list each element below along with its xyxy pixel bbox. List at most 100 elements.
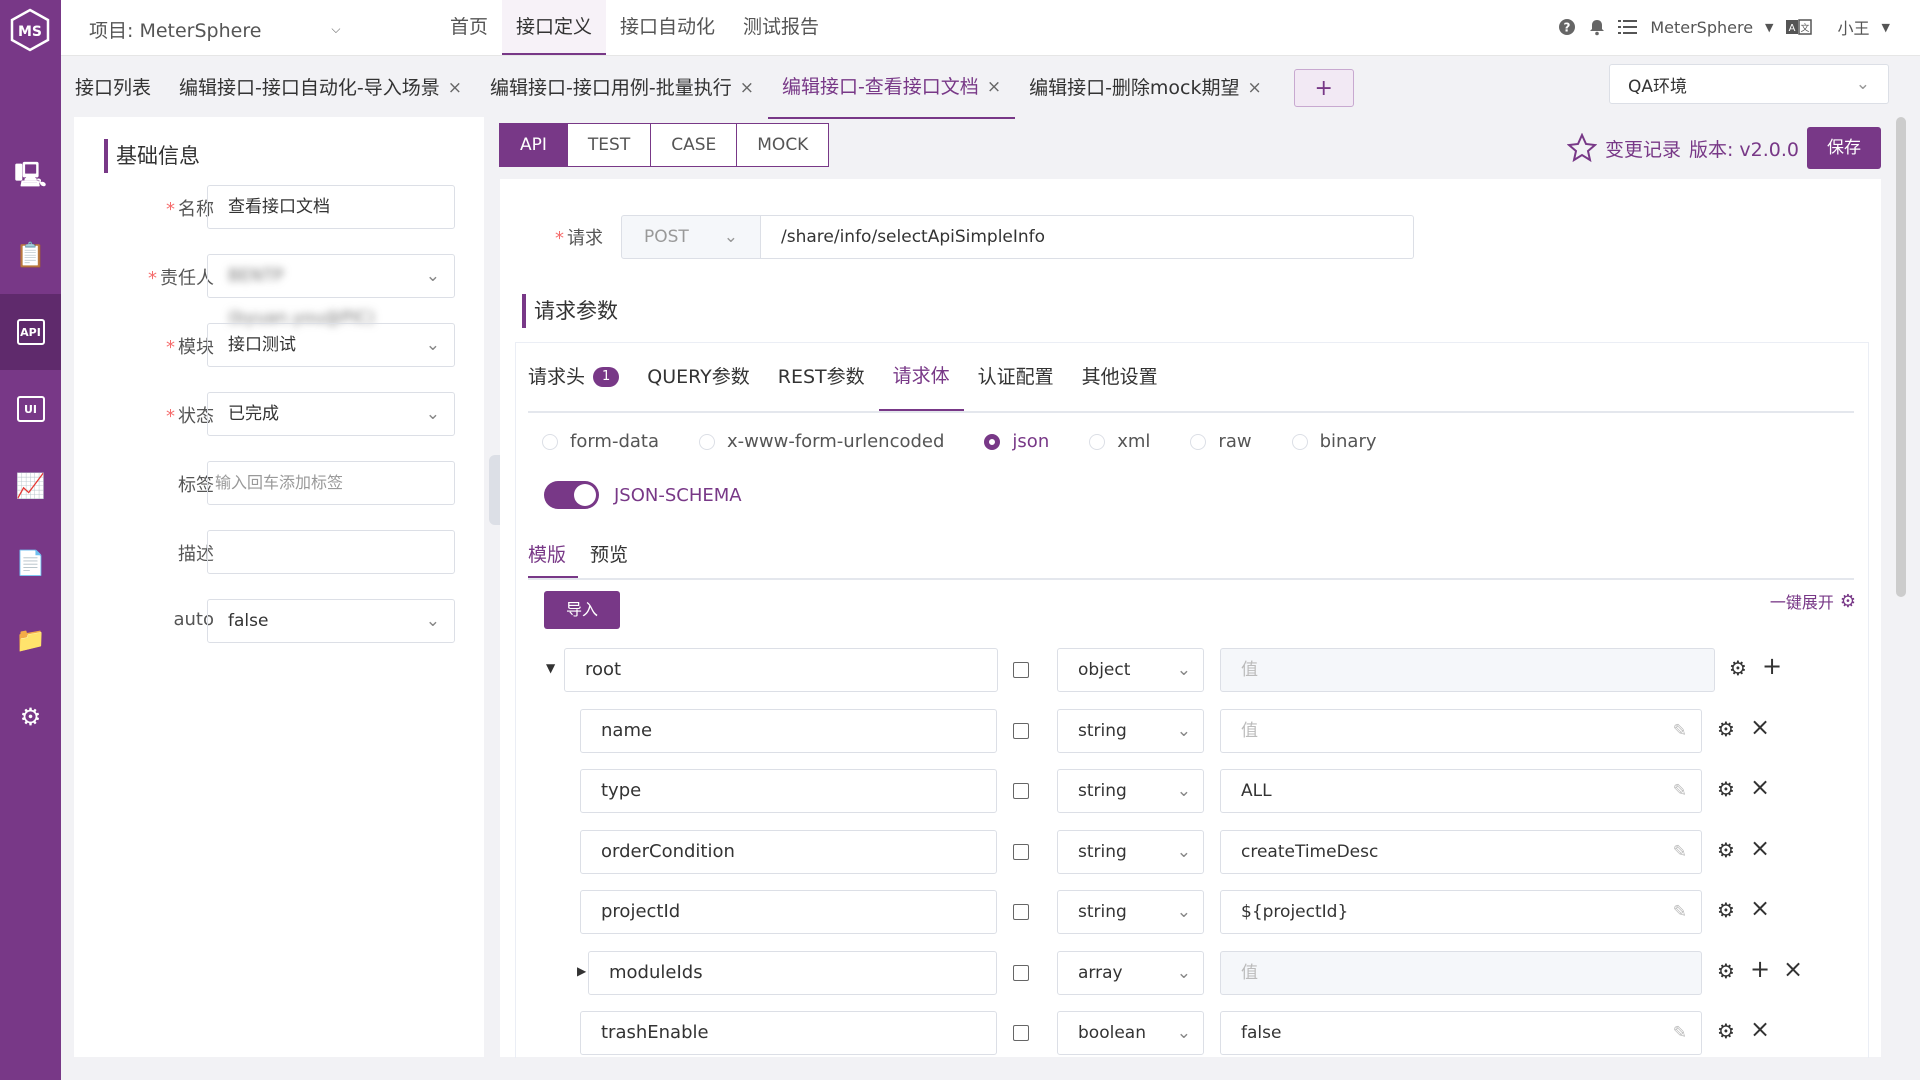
workspace-list-icon[interactable] bbox=[1618, 18, 1638, 36]
sidebar-item[interactable]: UI bbox=[0, 371, 61, 447]
params-tab[interactable]: 请求体 bbox=[878, 343, 964, 411]
status-select[interactable]: 已完成 ⌄ bbox=[207, 392, 455, 436]
sidebar-item[interactable]: ⚙ bbox=[0, 679, 61, 755]
type-select[interactable]: object ⌄ bbox=[1057, 648, 1204, 692]
params-tab[interactable]: 其他设置 bbox=[1068, 343, 1172, 411]
required-checkbox[interactable] bbox=[1013, 843, 1029, 860]
save-button[interactable]: 保存 bbox=[1807, 127, 1881, 169]
protocol-tab[interactable]: MOCK bbox=[736, 123, 830, 167]
workspace-selector[interactable]: MeterSphere bbox=[1650, 18, 1753, 37]
caret-right-icon[interactable]: ▶ bbox=[577, 964, 586, 978]
edit-icon[interactable]: ✎ bbox=[1673, 710, 1687, 752]
body-type-radio[interactable]: raw bbox=[1190, 431, 1252, 452]
required-checkbox[interactable] bbox=[1013, 783, 1029, 799]
url-input[interactable]: /share/info/selectApiSimpleInfo bbox=[761, 215, 1414, 259]
close-icon[interactable]: × bbox=[1783, 955, 1803, 983]
editor-tab[interactable]: 编辑接口-删除mock期望 × bbox=[1015, 58, 1276, 118]
add-tab-button[interactable]: + bbox=[1293, 69, 1354, 107]
auto-select[interactable]: false ⌄ bbox=[207, 599, 455, 643]
sidebar-item[interactable]: 🖳 bbox=[0, 140, 61, 216]
value-input[interactable]: 值 ✎ bbox=[1220, 708, 1702, 753]
field-name-input[interactable]: moduleIds bbox=[588, 950, 997, 995]
close-icon[interactable]: × bbox=[1248, 58, 1262, 118]
changelog-link[interactable]: 变更记录 bbox=[1605, 135, 1681, 162]
value-input[interactable]: 值 bbox=[1220, 648, 1715, 692]
help-icon[interactable]: ? bbox=[1558, 18, 1576, 36]
field-name-input[interactable]: type bbox=[580, 769, 997, 813]
protocol-tab[interactable]: CASE bbox=[650, 123, 738, 167]
plus-icon[interactable]: + bbox=[1750, 955, 1770, 983]
params-tab[interactable]: 请求头 1 bbox=[528, 343, 633, 411]
field-name-input[interactable]: name bbox=[580, 708, 997, 753]
type-select[interactable]: string ⌄ bbox=[1057, 708, 1204, 753]
editor-tab[interactable]: 编辑接口-查看接口文档 × bbox=[767, 57, 1016, 119]
environment-select[interactable]: QA环境 ⌄ bbox=[1609, 64, 1889, 104]
close-icon[interactable]: × bbox=[1750, 834, 1770, 862]
protocol-tab[interactable]: API bbox=[499, 123, 568, 167]
body-type-radio[interactable]: xml bbox=[1089, 431, 1150, 452]
type-select[interactable]: string ⌄ bbox=[1057, 829, 1204, 874]
body-type-radio[interactable]: form-data bbox=[542, 431, 659, 452]
gear-icon[interactable]: ⚙ bbox=[1717, 959, 1735, 983]
editor-tab[interactable]: 编辑接口-接口自动化-导入场景 × bbox=[165, 58, 476, 118]
body-type-radio[interactable]: binary bbox=[1291, 431, 1377, 452]
bell-icon[interactable] bbox=[1588, 18, 1606, 36]
field-name-input[interactable]: trashEnable bbox=[580, 1011, 997, 1055]
required-checkbox[interactable] bbox=[1013, 904, 1029, 920]
gear-icon[interactable]: ⚙ bbox=[1717, 898, 1735, 922]
import-button[interactable]: 导入 bbox=[544, 591, 620, 629]
caret-down-icon[interactable]: ▼ bbox=[546, 661, 555, 675]
edit-icon[interactable]: ✎ bbox=[1673, 831, 1687, 873]
version-label[interactable]: 版本: v2.0.0 bbox=[1689, 135, 1799, 162]
module-select[interactable]: 接口测试 ⌄ bbox=[207, 323, 455, 367]
user-menu[interactable]: 小王 bbox=[1838, 15, 1870, 39]
required-checkbox[interactable] bbox=[1013, 662, 1029, 678]
type-select[interactable]: boolean ⌄ bbox=[1057, 1011, 1204, 1055]
value-input[interactable]: ALL ✎ bbox=[1220, 769, 1702, 813]
edit-icon[interactable]: ✎ bbox=[1673, 770, 1687, 812]
name-input[interactable]: 查看接口文档 bbox=[207, 185, 455, 229]
close-icon[interactable]: × bbox=[1750, 713, 1770, 741]
sidebar-item[interactable]: 📄 bbox=[0, 525, 61, 601]
params-tab[interactable]: QUERY参数 bbox=[633, 343, 763, 411]
gear-icon[interactable]: ⚙ bbox=[1717, 1019, 1735, 1043]
nav-item[interactable]: 首页 bbox=[436, 0, 502, 55]
sidebar-item[interactable]: 📈 bbox=[0, 448, 61, 524]
json-schema-switch[interactable]: JSON-SCHEMA bbox=[544, 481, 742, 509]
sidebar-item[interactable]: 📋 bbox=[0, 217, 61, 293]
type-select[interactable]: string ⌄ bbox=[1057, 890, 1204, 934]
description-textarea[interactable] bbox=[207, 530, 455, 574]
expand-all-button[interactable]: 一键展开 ⚙ bbox=[1770, 589, 1856, 613]
type-select[interactable]: array ⌄ bbox=[1057, 950, 1204, 995]
close-icon[interactable]: × bbox=[987, 57, 1001, 117]
value-input[interactable]: createTimeDesc ✎ bbox=[1220, 829, 1702, 874]
edit-icon[interactable]: ✎ bbox=[1673, 1012, 1687, 1054]
value-input[interactable]: ${projectId} ✎ bbox=[1220, 890, 1702, 934]
sidebar-item[interactable]: 📁 bbox=[0, 602, 61, 678]
schema-subtab[interactable]: 预览 bbox=[590, 533, 640, 578]
type-select[interactable]: string ⌄ bbox=[1057, 769, 1204, 813]
required-checkbox[interactable] bbox=[1013, 722, 1029, 739]
close-icon[interactable]: × bbox=[448, 58, 462, 118]
value-input[interactable]: false ✎ bbox=[1220, 1011, 1702, 1055]
field-name-input[interactable]: orderCondition bbox=[580, 829, 997, 874]
nav-item[interactable]: 接口定义 bbox=[502, 0, 607, 55]
star-icon[interactable] bbox=[1566, 133, 1597, 163]
editor-tab[interactable]: 编辑接口-接口用例-批量执行 × bbox=[476, 58, 768, 118]
tags-input[interactable]: 输入回车添加标签 bbox=[207, 461, 455, 505]
value-input[interactable]: 值 bbox=[1220, 950, 1702, 995]
gear-icon[interactable]: ⚙ bbox=[1717, 777, 1735, 801]
sidebar-item[interactable]: API bbox=[0, 294, 61, 370]
gear-icon[interactable]: ⚙ bbox=[1717, 838, 1735, 862]
params-tab[interactable]: 认证配置 bbox=[964, 343, 1068, 411]
plus-icon[interactable]: + bbox=[1762, 652, 1782, 680]
nav-item[interactable]: 测试报告 bbox=[729, 0, 833, 55]
page-scrollbar[interactable] bbox=[1896, 117, 1906, 597]
gear-icon[interactable]: ⚙ bbox=[1717, 717, 1735, 741]
method-select[interactable]: POST ⌄ bbox=[621, 215, 761, 259]
close-icon[interactable]: × bbox=[1750, 1015, 1770, 1043]
body-type-radio[interactable]: x-www-form-urlencoded bbox=[699, 431, 944, 452]
nav-item[interactable]: 接口自动化 bbox=[606, 0, 729, 55]
close-icon[interactable]: × bbox=[740, 58, 754, 118]
close-icon[interactable]: × bbox=[1750, 773, 1770, 801]
